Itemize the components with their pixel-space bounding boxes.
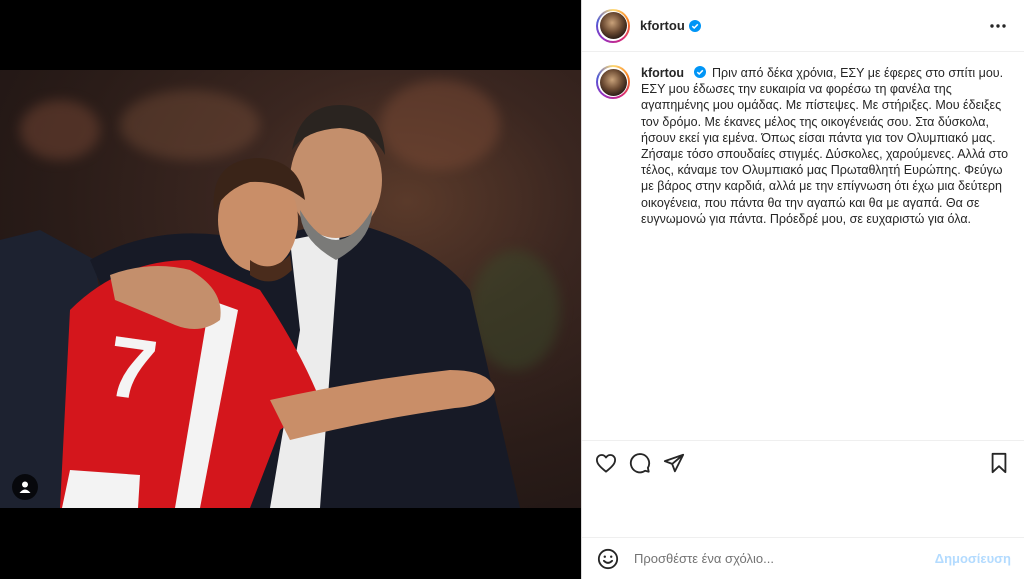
comment-input[interactable] — [634, 551, 935, 566]
author-username[interactable]: kfortou — [640, 18, 685, 33]
caption-text: Πριν από δέκα χρόνια, ΕΣΥ με έφερες στο … — [641, 66, 1009, 226]
post-header: kfortou — [582, 0, 1024, 52]
add-comment-bar: Δημοσίευση — [582, 537, 1024, 579]
post-photo[interactable]: 7 — [0, 70, 581, 508]
verified-badge-icon — [693, 66, 706, 78]
caption-avatar[interactable] — [596, 65, 630, 99]
more-horizontal-icon[interactable] — [986, 14, 1010, 38]
emoji-icon[interactable] — [596, 547, 620, 571]
post-media[interactable]: 7 — [0, 0, 581, 579]
caption-username[interactable]: kfortou — [641, 66, 684, 80]
heart-icon[interactable] — [594, 451, 618, 475]
share-icon[interactable] — [662, 451, 686, 475]
author-avatar[interactable] — [596, 8, 630, 43]
post-comment-button[interactable]: Δημοσίευση — [935, 551, 1011, 566]
post-caption: kfortou Πριν από δέκα χρόνια, ΕΣΥ με έφε… — [641, 65, 1011, 227]
caption-row: kfortou Πριν από δέκα χρόνια, ΕΣΥ με έφε… — [596, 65, 1011, 227]
caption-area: kfortou Πριν από δέκα χρόνια, ΕΣΥ με έφε… — [582, 53, 1024, 439]
user-tag-icon[interactable] — [12, 474, 38, 500]
post-side-panel: kfortou kfortou Πριν από δέκα χρόνια, ΕΣ… — [581, 0, 1024, 579]
post-actions — [582, 440, 1024, 520]
comment-icon[interactable] — [628, 451, 652, 475]
bookmark-icon[interactable] — [987, 451, 1011, 475]
verified-badge-icon — [688, 19, 701, 32]
photo-illustration — [0, 105, 520, 508]
